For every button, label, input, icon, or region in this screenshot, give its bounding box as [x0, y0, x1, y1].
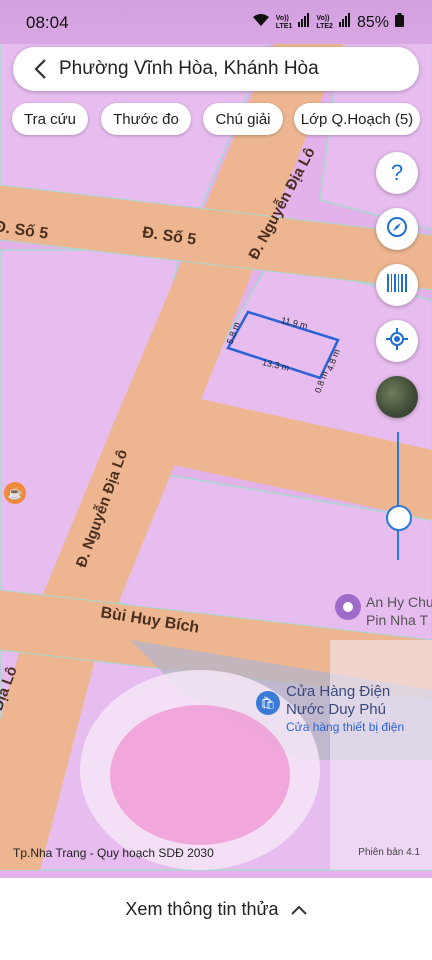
place-pin-icon[interactable] — [335, 594, 361, 620]
bottom-sheet[interactable]: Xem thông tin thửa — [0, 878, 432, 960]
map-view[interactable]: Đ. Số 5 Đ. Số 5 Đ. Nguyễn Địa Lô Đ. Nguy… — [0, 0, 432, 960]
help-button[interactable]: ? — [376, 152, 418, 194]
view-parcel-info-label[interactable]: Xem thông tin thửa — [125, 899, 278, 920]
version-label: Phiên bản 4.1 — [358, 847, 420, 858]
locate-button[interactable] — [376, 320, 418, 362]
cafe-poi-icon[interactable]: ☕ — [4, 482, 26, 504]
poi-an-hy-sub: Pin Nha T — [366, 612, 428, 628]
battery-icon — [395, 13, 404, 32]
poi-duy-phu-sub: Cửa hàng thiết bị điện — [286, 720, 405, 734]
wifi-icon — [252, 13, 270, 32]
back-arrow-icon[interactable] — [27, 56, 53, 82]
poi-duy-phu-name: Cửa Hàng Điện Nước Duy Phú — [286, 683, 391, 718]
signal1-icon — [298, 13, 310, 32]
poi-an-hy-name: An Hy Chu — [366, 594, 432, 610]
signal2-icon — [338, 13, 351, 32]
battery-level: 85% — [356, 13, 389, 31]
status-icons: Vo)) LTE1 Vo)) LTE2 85% — [252, 13, 404, 32]
shop-pin-icon[interactable]: 🛍 — [256, 691, 280, 715]
plan-caption: Tp.Nha Trang - Quy hoạch SDĐ 2030 — [13, 846, 214, 860]
search-location-text[interactable]: Phường Vĩnh Hòa, Khánh Hòa — [59, 58, 319, 80]
barcode-button[interactable] — [376, 264, 418, 306]
status-time: 08:04 — [26, 13, 69, 32]
opacity-slider-thumb[interactable] — [386, 505, 412, 531]
chip-thuoc-do[interactable]: Thước đo — [101, 103, 191, 135]
chip-chu-giai[interactable]: Chú giải — [203, 103, 283, 135]
barcode-icon — [387, 273, 407, 297]
help-icon: ? — [390, 160, 404, 185]
compass-button[interactable] — [376, 208, 418, 250]
locate-icon — [386, 327, 408, 355]
map-canvas[interactable] — [0, 0, 432, 960]
sim2-label: Vo)) LTE2 — [316, 14, 333, 30]
chip-lop-quy-hoach[interactable]: Lớp Q.Hoạch (5) — [294, 103, 420, 135]
satellite-layer-button[interactable] — [376, 376, 418, 418]
opacity-slider-track[interactable] — [397, 432, 399, 560]
chevron-up-icon[interactable] — [290, 902, 307, 920]
chip-tra-cuu[interactable]: Tra cứu — [12, 103, 88, 135]
sim1-label: Vo)) LTE1 — [275, 14, 293, 30]
compass-icon — [386, 216, 408, 243]
search-bar[interactable]: Phường Vĩnh Hòa, Khánh Hòa — [13, 47, 419, 91]
status-bar: 08:04 Vo)) LTE1 Vo)) LTE2 85% — [0, 0, 432, 44]
